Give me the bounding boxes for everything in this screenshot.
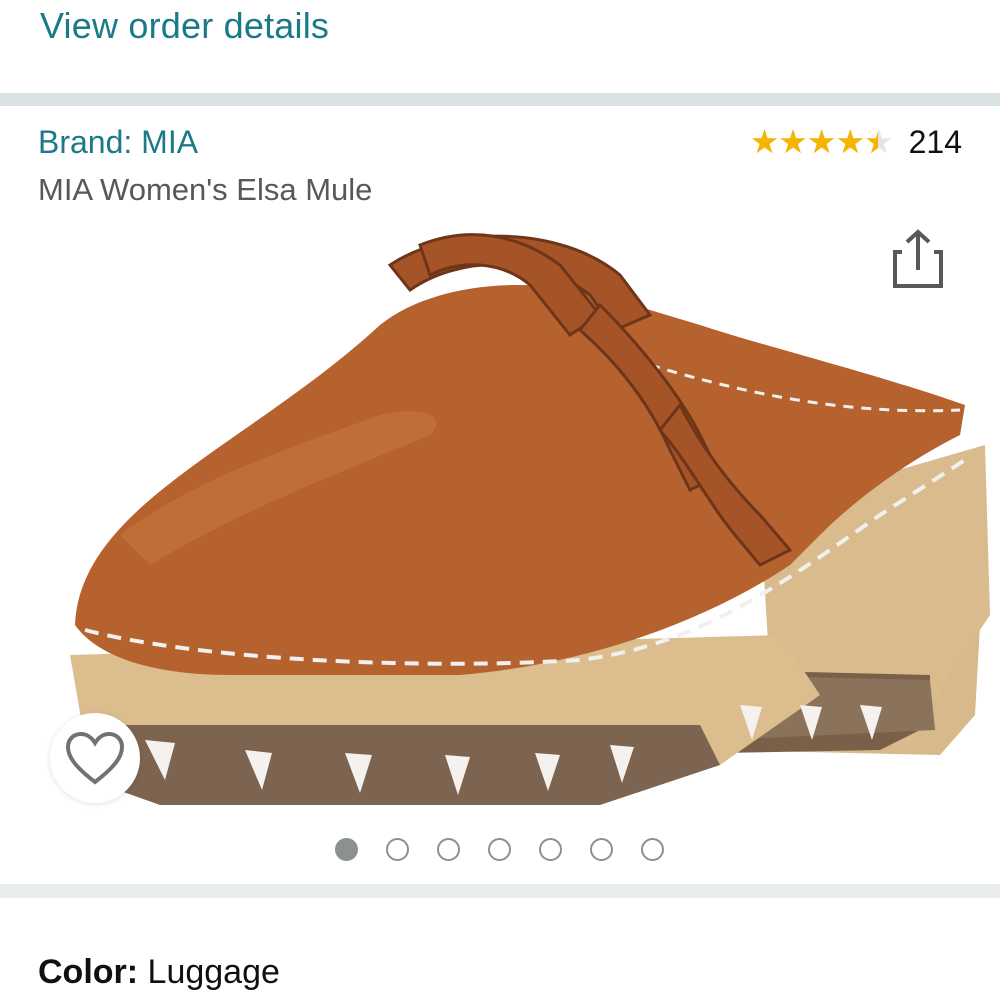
product-image xyxy=(70,233,990,805)
color-value: Luggage xyxy=(147,953,280,991)
section-divider xyxy=(0,93,1000,106)
star-rating: ★★★★★ ★★★★★ xyxy=(749,122,894,162)
carousel-dot[interactable] xyxy=(590,838,613,861)
share-icon[interactable] xyxy=(890,228,946,290)
color-label: Color: xyxy=(38,953,139,991)
carousel-dots xyxy=(335,838,664,861)
heart-icon xyxy=(65,731,125,785)
color-selection: Color: Luggage xyxy=(38,950,280,994)
carousel-dot[interactable] xyxy=(488,838,511,861)
carousel-dot[interactable] xyxy=(386,838,409,861)
rating[interactable]: ★★★★★ ★★★★★ 214 xyxy=(750,122,962,162)
rating-count[interactable]: 214 xyxy=(909,122,962,162)
product-image-carousel[interactable] xyxy=(0,205,1000,825)
view-order-details-link[interactable]: View order details xyxy=(40,4,329,48)
carousel-dot[interactable] xyxy=(335,838,358,861)
add-to-favorites-button[interactable] xyxy=(50,713,140,803)
carousel-dot[interactable] xyxy=(437,838,460,861)
product-title: MIA Women's Elsa Mule xyxy=(38,172,373,207)
star-rating-filled: ★★★★★ xyxy=(749,123,879,160)
section-divider-bottom xyxy=(0,884,1000,898)
carousel-dot[interactable] xyxy=(539,838,562,861)
brand-link[interactable]: Brand: MIA xyxy=(38,122,198,162)
carousel-dot[interactable] xyxy=(641,838,664,861)
